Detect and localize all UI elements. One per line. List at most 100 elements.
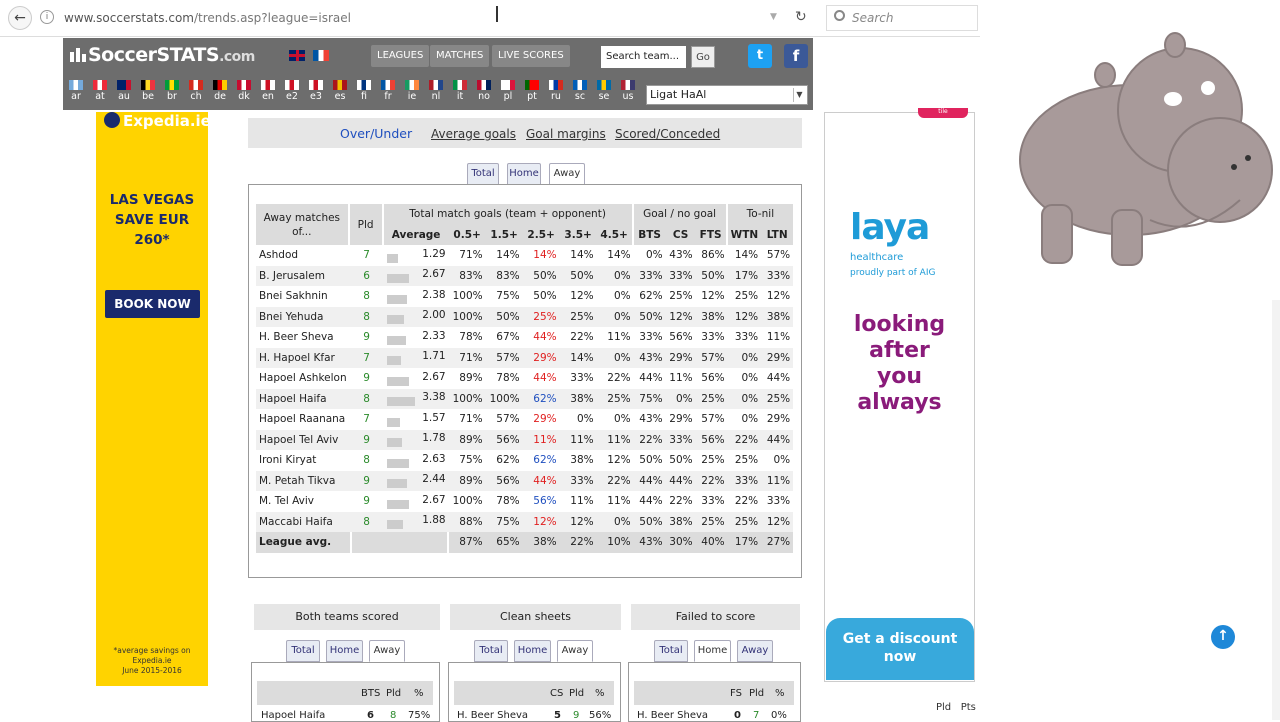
- cell-ltn: 25%: [761, 388, 794, 409]
- tab-home[interactable]: Home: [507, 163, 541, 185]
- nav-matches[interactable]: MATCHES: [430, 45, 490, 67]
- country-flag-pl[interactable]: pl: [496, 78, 520, 108]
- browser-search-input[interactable]: [826, 5, 978, 31]
- nav-live-scores[interactable]: LIVE SCORES: [492, 45, 570, 67]
- team-name[interactable]: Hapoel Tel Aviv: [256, 429, 350, 450]
- book-now-button[interactable]: BOOK NOW: [105, 290, 200, 318]
- country-flag-es[interactable]: es: [328, 78, 352, 108]
- cell-o25: 50%: [522, 265, 560, 286]
- fts-row-team[interactable]: H. Beer Sheva: [637, 710, 708, 721]
- col-header-ltn: LTN: [761, 224, 794, 245]
- facebook-icon[interactable]: f: [784, 44, 808, 68]
- country-flag-us[interactable]: us: [616, 78, 640, 108]
- cs-row-team[interactable]: H. Beer Sheva: [457, 710, 528, 721]
- bts-tab-total[interactable]: Total: [286, 640, 320, 662]
- country-flag-it[interactable]: it: [448, 78, 472, 108]
- flag-icon: [93, 80, 107, 90]
- team-name[interactable]: Ironi Kiryat: [256, 450, 350, 471]
- logo-bars-icon: [70, 48, 86, 62]
- country-flag-br[interactable]: br: [160, 78, 184, 108]
- country-flag-ar[interactable]: ar: [64, 78, 88, 108]
- country-flag-be[interactable]: be: [136, 78, 160, 108]
- menu-goal-margins[interactable]: Goal margins: [526, 127, 606, 141]
- col-header-35: 3.5+: [559, 224, 597, 245]
- team-name[interactable]: Hapoel Haifa: [256, 388, 350, 409]
- team-name[interactable]: M. Tel Aviv: [256, 491, 350, 512]
- nav-leagues[interactable]: LEAGUES: [371, 45, 430, 67]
- cs-tab-total[interactable]: Total: [474, 640, 508, 662]
- country-flag-no[interactable]: no: [472, 78, 496, 108]
- table-row: Ashdod 7 1.29 71% 14% 14% 14% 14% 0% 43% 86% 14% 57%: [256, 245, 794, 266]
- team-name[interactable]: Hapoel Raanana: [256, 409, 350, 430]
- cell-o35: 33%: [559, 368, 597, 389]
- team-name[interactable]: M. Petah Tikva: [256, 470, 350, 491]
- go-button[interactable]: Go: [691, 46, 715, 68]
- menu-scored-conceded[interactable]: Scored/Conceded: [615, 127, 720, 141]
- team-name[interactable]: Ashdod: [256, 245, 350, 266]
- back-arrow-icon[interactable]: ←: [8, 6, 32, 30]
- team-name[interactable]: Maccabi Haifa: [256, 511, 350, 532]
- cell-cs: 29%: [665, 409, 696, 430]
- table-row: Maccabi Haifa 8 1.88 88% 75% 12% 12% 0% 50% 38% 25…: [256, 511, 794, 532]
- site-logo[interactable]: SoccerSTATS.com: [70, 44, 255, 66]
- ad-tagline-4: always: [857, 390, 942, 415]
- menu-average-goals[interactable]: Average goals: [431, 127, 516, 141]
- tab-away[interactable]: Away: [549, 163, 585, 185]
- bts-tab-away[interactable]: Away: [369, 640, 405, 662]
- country-flag-fr[interactable]: fr: [376, 78, 400, 108]
- fts-tab-total[interactable]: Total: [654, 640, 688, 662]
- country-flag-at[interactable]: at: [88, 78, 112, 108]
- league-select[interactable]: Ligat HaAl ▼: [646, 85, 808, 105]
- page-scrollbar[interactable]: [1272, 300, 1280, 720]
- cell-ltn: 44%: [761, 368, 794, 389]
- team-name[interactable]: H. Hapoel Kfar: [256, 347, 350, 368]
- table-row: B. Jerusalem 6 2.67 83% 83% 50% 50% 0% 33% 33% 50%…: [256, 265, 794, 286]
- country-flag-au[interactable]: au: [112, 78, 136, 108]
- country-flag-fi[interactable]: fi: [352, 78, 376, 108]
- cell-o25: 50%: [522, 286, 560, 307]
- address-bar[interactable]: www.soccerstats.com/trends.asp?league=is…: [64, 11, 351, 25]
- country-flag-dk[interactable]: dk: [232, 78, 256, 108]
- cell-bts: 44%: [633, 368, 666, 389]
- country-flag-ch[interactable]: ch: [184, 78, 208, 108]
- country-flag-ru[interactable]: ru: [544, 78, 568, 108]
- bts-tab-home[interactable]: Home: [326, 640, 363, 662]
- fts-tab-home[interactable]: Home: [694, 640, 731, 662]
- country-flag-en[interactable]: en: [256, 78, 280, 108]
- ad-tagline-3: you: [876, 364, 923, 389]
- country-flag-pt[interactable]: pt: [520, 78, 544, 108]
- country-flag-nl[interactable]: nl: [424, 78, 448, 108]
- cell-ltn: 0%: [761, 450, 794, 471]
- team-name[interactable]: Bnei Yehuda: [256, 306, 350, 327]
- search-team-input[interactable]: Search team...: [601, 46, 686, 68]
- team-name[interactable]: Hapoel Ashkelon: [256, 368, 350, 389]
- tab-total[interactable]: Total: [467, 163, 499, 185]
- country-flag-de[interactable]: de: [208, 78, 232, 108]
- bts-row-team[interactable]: Hapoel Haifa: [261, 710, 325, 721]
- country-flag-se[interactable]: se: [592, 78, 616, 108]
- country-flag-sc[interactable]: sc: [568, 78, 592, 108]
- league-average-o35: 22%: [559, 532, 597, 553]
- cs-tab-away[interactable]: Away: [557, 640, 593, 662]
- country-flag-e3[interactable]: e3: [304, 78, 328, 108]
- cell-ltn: 12%: [761, 286, 794, 307]
- france-flag-icon[interactable]: [313, 50, 329, 61]
- table-row: Ironi Kiryat 8 2.63 75% 62% 62% 38% 12% 50% 50% 25…: [256, 450, 794, 471]
- cell-bts: 75%: [633, 388, 666, 409]
- uk-flag-icon[interactable]: [289, 50, 305, 61]
- info-icon[interactable]: i: [40, 10, 54, 24]
- url-dropdown-icon[interactable]: ▼: [770, 12, 777, 22]
- twitter-icon[interactable]: t: [748, 44, 772, 68]
- cell-bts: 50%: [633, 306, 666, 327]
- team-name[interactable]: Bnei Sakhnin: [256, 286, 350, 307]
- menu-over-under[interactable]: Over/Under: [340, 126, 412, 141]
- get-discount-button[interactable]: Get a discount now: [826, 618, 974, 680]
- country-flag-e2[interactable]: e2: [280, 78, 304, 108]
- reload-icon[interactable]: ↻: [795, 9, 807, 25]
- team-name[interactable]: B. Jerusalem: [256, 265, 350, 286]
- team-name[interactable]: H. Beer Sheva: [256, 327, 350, 348]
- scroll-to-top-icon[interactable]: ↑: [1211, 625, 1235, 649]
- country-flag-ie[interactable]: ie: [400, 78, 424, 108]
- cs-tab-home[interactable]: Home: [514, 640, 551, 662]
- fts-tab-away[interactable]: Away: [737, 640, 773, 662]
